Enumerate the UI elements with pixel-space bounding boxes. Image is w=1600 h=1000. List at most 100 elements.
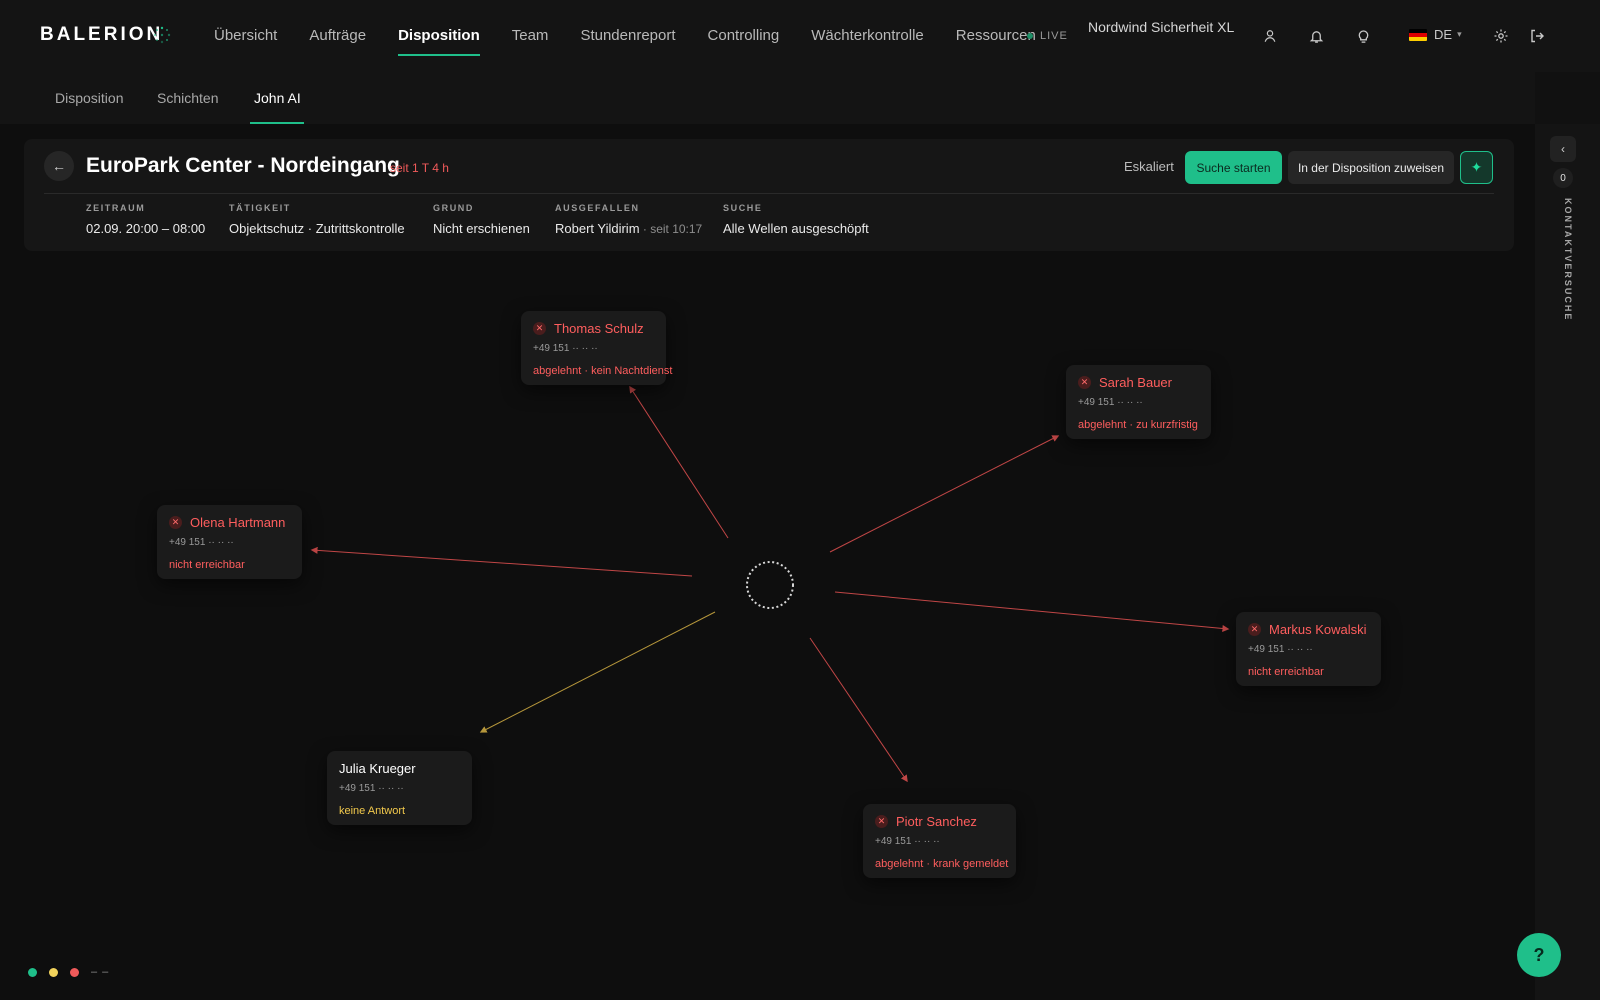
- declined-x-icon: ✕: [533, 322, 546, 335]
- app-logo[interactable]: BALERION: [40, 24, 163, 46]
- contact-node-sarah-bauer[interactable]: ✕ Sarah Bauer +49 151 ·· ·· ·· abgelehnt …: [1066, 365, 1211, 439]
- meta-label: GRUND: [433, 203, 474, 213]
- bell-icon[interactable]: [1306, 26, 1326, 46]
- contact-phone: +49 151 ·· ·· ··: [339, 783, 404, 794]
- declined-x-icon: ✕: [1078, 376, 1091, 389]
- nav-item-team[interactable]: Team: [512, 0, 549, 72]
- meta-label: ZEITRAUM: [86, 203, 146, 213]
- nav-item-waechterkontrolle[interactable]: Wächterkontrolle: [811, 0, 924, 72]
- lightbulb-icon[interactable]: [1353, 26, 1373, 46]
- help-button[interactable]: ?: [1517, 933, 1561, 977]
- subtab-john-ai[interactable]: John AI: [254, 90, 301, 106]
- contact-attempts-rail: ‹ 0 KONTAKTVERSUCHE: [1535, 124, 1600, 1000]
- meta-value: Robert Yildirim · seit 10:17: [555, 221, 702, 236]
- live-dot-icon: [1027, 33, 1033, 39]
- meta-grund: GRUND Nicht erschienen: [433, 203, 530, 236]
- legend-text: – –: [91, 966, 110, 978]
- contact-status: abgelehnt · zu kurzfristig: [1078, 419, 1198, 431]
- contact-node-julia-krueger[interactable]: Julia Krueger +49 151 ·· ·· ·· keine Ant…: [327, 751, 472, 825]
- ai-spinner-icon: [746, 561, 794, 609]
- contact-name: Piotr Sanchez: [896, 814, 977, 829]
- nav-item-disposition[interactable]: Disposition: [398, 0, 480, 72]
- contact-name-row: ✕ Thomas Schulz: [533, 321, 654, 336]
- gear-icon[interactable]: [1491, 26, 1511, 46]
- attempts-label: KONTAKTVERSUCHE: [1563, 198, 1573, 322]
- contact-name: Thomas Schulz: [554, 321, 644, 336]
- contact-name-row: ✕ Piotr Sanchez: [875, 814, 1004, 829]
- language-selector[interactable]: DE ▾: [1409, 27, 1462, 42]
- legend-green-dot: [28, 967, 37, 977]
- edge-julia-krueger: [479, 611, 716, 733]
- chevron-down-icon: ▾: [1457, 29, 1462, 39]
- main-content: ← EuroPark Center - Nordeingang seit 1 T…: [0, 124, 1535, 1000]
- subtab-disposition[interactable]: Disposition: [55, 90, 123, 106]
- contact-node-piotr-sanchez[interactable]: ✕ Piotr Sanchez +49 151 ·· ·· ·· abgelehn…: [863, 804, 1016, 878]
- edge-thomas-schulz: [629, 385, 729, 539]
- user-icon[interactable]: [1260, 26, 1280, 46]
- language-label: DE: [1434, 27, 1453, 42]
- declined-x-icon: ✕: [875, 815, 888, 828]
- edge-markus-kowalski: [834, 591, 1230, 632]
- contact-name: Julia Krueger: [339, 761, 416, 776]
- chevron-left-icon[interactable]: ‹: [1550, 136, 1576, 162]
- meta-suche: SUCHE Alle Wellen ausgeschöpft: [723, 203, 869, 236]
- edge-piotr-sanchez: [809, 637, 908, 783]
- company-name[interactable]: Nordwind Sicherheit XL: [1088, 19, 1234, 35]
- contact-node-markus-kowalski[interactable]: ✕ Markus Kowalski +49 151 ·· ·· ·· nicht …: [1236, 612, 1381, 686]
- meta-label: TÄTIGKEIT: [229, 203, 291, 213]
- declined-x-icon: ✕: [169, 516, 182, 529]
- contact-status: abgelehnt · kein Nachtdienst: [533, 365, 673, 377]
- absent-since: · seit 10:17: [639, 222, 703, 236]
- absent-person: Robert Yildirim: [555, 221, 640, 236]
- logout-icon[interactable]: [1527, 26, 1547, 46]
- status-legend: – –: [28, 966, 109, 978]
- nav-item-ressourcen[interactable]: Ressourcen: [956, 0, 1036, 72]
- meta-value: Objektschutz · Zutrittskontrolle: [229, 221, 405, 236]
- meta-value: Nicht erschienen: [433, 221, 530, 236]
- contact-phone: +49 151 ·· ·· ··: [533, 343, 598, 354]
- edge-olena-hartmann: [310, 546, 693, 577]
- nav-item-uebersicht[interactable]: Übersicht: [214, 0, 277, 72]
- card-divider: [44, 193, 1494, 194]
- contact-name-row: ✕ Olena Hartmann: [169, 515, 290, 530]
- attempts-count-badge: 0: [1553, 168, 1573, 188]
- nav-item-stundenreport[interactable]: Stundenreport: [580, 0, 675, 72]
- meta-zeitraum: ZEITRAUM 02.09. 20:00 – 08:00: [86, 203, 205, 236]
- subtab-schichten[interactable]: Schichten: [157, 90, 218, 106]
- elapsed-badge: seit 1 T 4 h: [390, 161, 449, 175]
- contact-phone: +49 151 ·· ·· ··: [169, 537, 234, 548]
- meta-taetigkeit: TÄTIGKEIT Objektschutz · Zutrittskontrol…: [229, 203, 405, 236]
- contact-node-olena-hartmann[interactable]: ✕ Olena Hartmann +49 151 ·· ·· ·· nicht e…: [157, 505, 302, 579]
- assign-disposition-button[interactable]: In der Disposition zuweisen: [1288, 151, 1454, 184]
- contact-status: abgelehnt · krank gemeldet: [875, 858, 1009, 870]
- incident-card: ← EuroPark Center - Nordeingang seit 1 T…: [24, 139, 1514, 251]
- contact-name: Olena Hartmann: [190, 515, 286, 530]
- meta-label: SUCHE: [723, 203, 763, 213]
- meta-value: Alle Wellen ausgeschöpft: [723, 221, 869, 236]
- meta-ausgefallen: AUSGEFALLEN Robert Yildirim · seit 10:17: [555, 203, 702, 236]
- logo-dots-icon: [153, 26, 171, 44]
- start-search-button[interactable]: Suche starten: [1185, 151, 1282, 184]
- contact-phone: +49 151 ·· ·· ··: [1248, 644, 1313, 655]
- back-arrow-icon[interactable]: ←: [44, 151, 74, 181]
- contact-status: nicht erreichbar: [169, 559, 245, 571]
- legend-yellow-dot: [49, 967, 58, 977]
- top-navbar: BALERION Übersicht Aufträge Disposition …: [0, 0, 1600, 72]
- legend-red-dot: [70, 967, 79, 977]
- nav-item-auftraege[interactable]: Aufträge: [309, 0, 366, 72]
- sparkle-icon[interactable]: ✦: [1460, 151, 1493, 184]
- contact-node-thomas-schulz[interactable]: ✕ Thomas Schulz +49 151 ·· ·· ·· abgelehn…: [521, 311, 673, 385]
- contact-phone: +49 151 ·· ·· ··: [1078, 397, 1143, 408]
- live-indicator: LIVE: [1027, 30, 1068, 42]
- status-label: Eskaliert: [1124, 159, 1174, 174]
- contact-status: nicht erreichbar: [1248, 666, 1324, 678]
- edge-sarah-bauer: [829, 435, 1060, 553]
- contact-status: keine Antwort: [339, 805, 406, 817]
- contact-name: Sarah Bauer: [1099, 375, 1172, 390]
- meta-label: AUSGEFALLEN: [555, 203, 640, 213]
- contact-phone: +49 151 ·· ·· ··: [875, 836, 940, 847]
- nav-item-controlling[interactable]: Controlling: [708, 0, 780, 72]
- contact-name-row: ✕ Sarah Bauer: [1078, 375, 1199, 390]
- declined-x-icon: ✕: [1248, 623, 1261, 636]
- contact-name-row: ✕ Markus Kowalski: [1248, 622, 1369, 637]
